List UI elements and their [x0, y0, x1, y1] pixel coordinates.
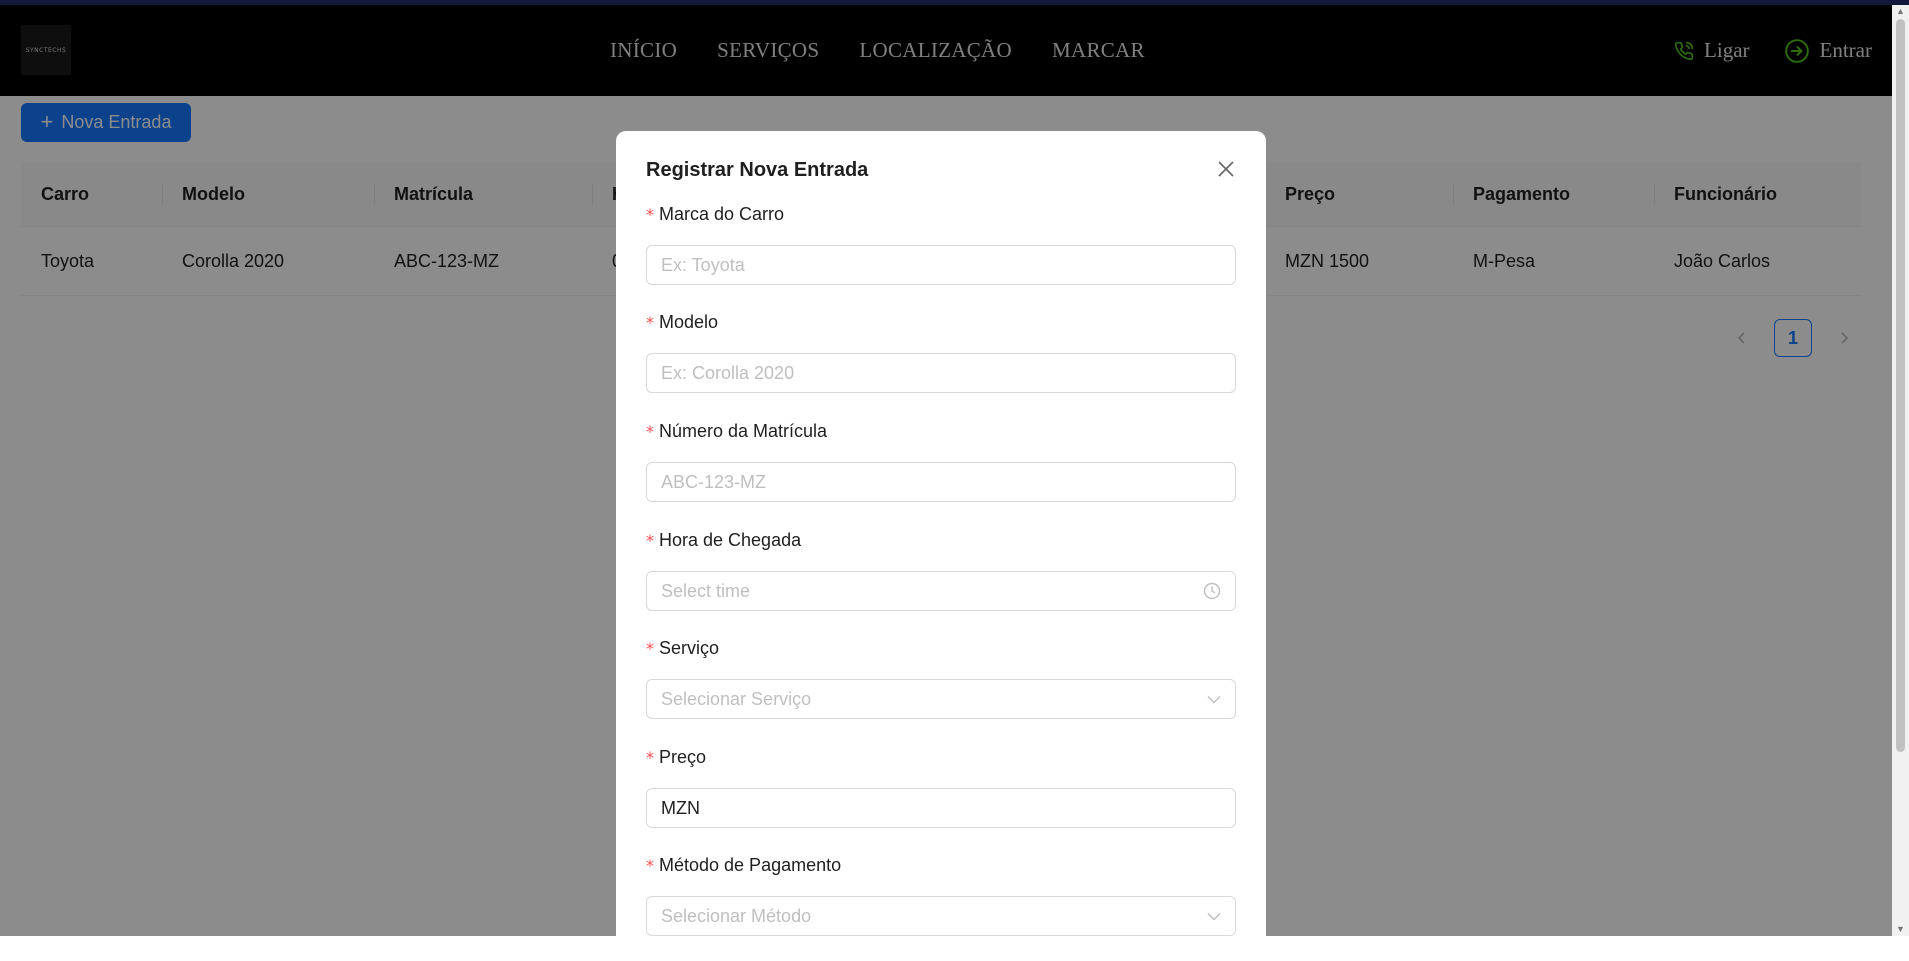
field-label: * Hora de Chegada — [646, 530, 802, 550]
field-label: * Preço — [646, 747, 707, 767]
field-modelo: * Modelo Ex: Corolla 2020 — [646, 310, 1236, 393]
arrival-time-picker[interactable]: Select time — [646, 571, 1236, 611]
price-input[interactable]: MZN — [646, 788, 1236, 828]
scroll-down-icon[interactable]: ▼ — [1896, 925, 1905, 934]
page-scrollbar[interactable]: ▲ ▼ — [1892, 5, 1909, 936]
close-icon[interactable] — [1212, 155, 1240, 183]
scrollbar-thumb[interactable] — [1896, 19, 1905, 752]
model-input[interactable]: Ex: Corolla 2020 — [646, 353, 1236, 393]
field-matricula: * Número da Matrícula ABC-123-MZ — [646, 419, 1236, 502]
plate-number-input[interactable]: ABC-123-MZ — [646, 462, 1236, 502]
field-preco: * Preço MZN — [646, 745, 1236, 828]
payment-method-select[interactable]: Selecionar Método — [646, 896, 1236, 936]
scroll-up-icon[interactable]: ▲ — [1896, 7, 1905, 16]
field-marca: * Marca do Carro Ex: Toyota — [646, 202, 1236, 285]
new-entry-modal: Registrar Nova Entrada * Marca do Carro E… — [616, 131, 1266, 961]
modal-title: Registrar Nova Entrada — [646, 159, 869, 181]
field-pagamento: * Método de Pagamento Selecionar Método — [646, 853, 1236, 936]
field-servico: * Serviço Selecionar Serviço — [646, 636, 1236, 719]
clock-icon — [1203, 582, 1221, 600]
field-label: * Número da Matrícula — [646, 421, 828, 441]
field-label: * Modelo — [646, 312, 719, 332]
chevron-down-icon — [1207, 692, 1221, 706]
service-select[interactable]: Selecionar Serviço — [646, 679, 1236, 719]
car-brand-input[interactable]: Ex: Toyota — [646, 245, 1236, 285]
chevron-down-icon — [1207, 909, 1221, 923]
field-hora: * Hora de Chegada Select time — [646, 528, 1236, 611]
field-label: * Marca do Carro — [646, 204, 785, 224]
field-label: * Serviço — [646, 638, 720, 658]
field-label: * Método de Pagamento — [646, 855, 842, 875]
